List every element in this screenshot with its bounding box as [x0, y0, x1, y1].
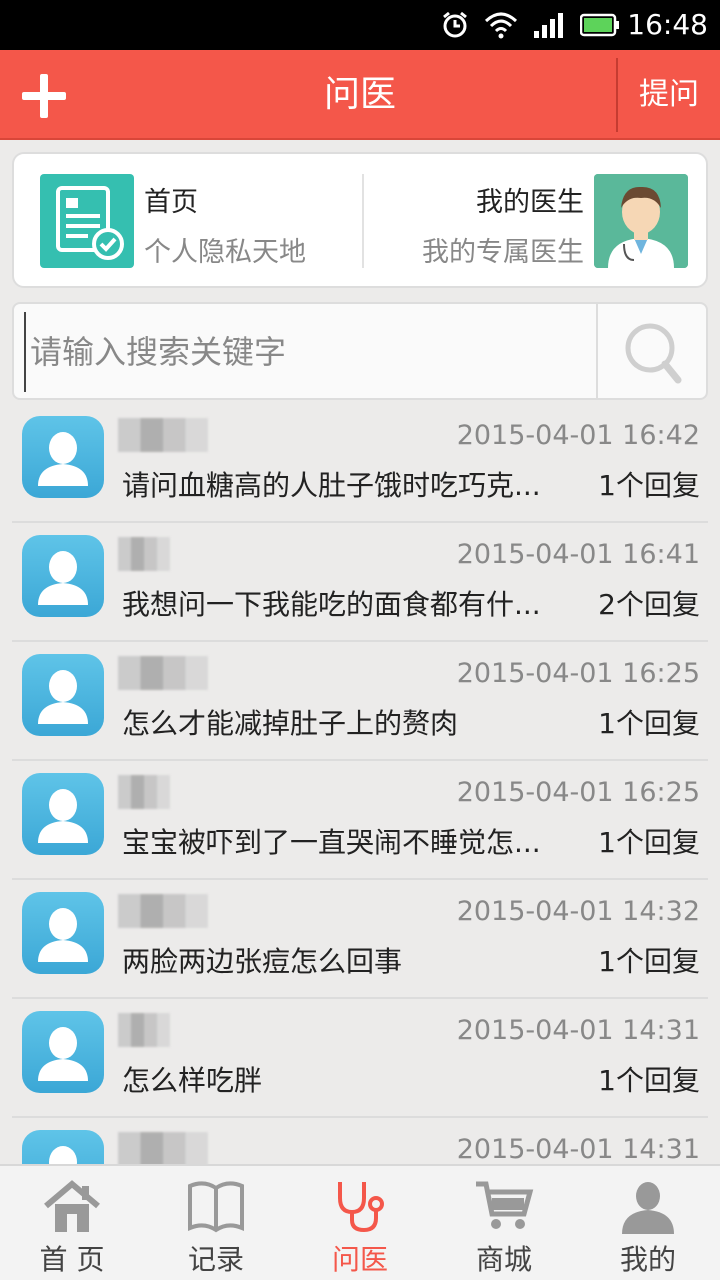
blurred-username	[118, 418, 208, 452]
nav-item-book[interactable]: 记录	[144, 1166, 288, 1280]
question-list: 2015-04-01 16:42 请问血糖高的人肚子饿时吃巧克... 1个回复 201…	[12, 404, 708, 1164]
blurred-username	[118, 656, 208, 690]
question-time: 2015-04-01 14:31	[456, 1015, 700, 1046]
reply-count: 1个回复	[598, 707, 700, 740]
nav-label: 问医	[331, 1243, 388, 1276]
question-row[interactable]: 2015-04-01 16:25 怎么才能减掉肚子上的赘肉 1个回复	[12, 642, 708, 761]
question-row[interactable]: 2015-04-01 16:42 请问血糖高的人肚子饿时吃巧克... 1个回复	[12, 404, 708, 523]
doctor-icon	[594, 174, 688, 268]
question-time: 2015-04-01 14:32	[456, 896, 700, 927]
cart-icon	[474, 1178, 534, 1234]
question-time: 2015-04-01 16:25	[456, 658, 700, 689]
ask-question-button[interactable]: 提问	[618, 50, 720, 140]
question-time: 2015-04-01 16:42	[456, 420, 700, 451]
nav-item-cart[interactable]: 商城	[432, 1166, 576, 1280]
blurred-username	[118, 537, 170, 571]
nav-label: 我的	[619, 1243, 676, 1276]
app-bar: 问医 提问	[0, 50, 720, 140]
book-icon	[186, 1178, 246, 1234]
question-text: 怎么样吃胖	[122, 1064, 263, 1097]
nav-label: 首 页	[39, 1243, 105, 1276]
search-input[interactable]	[24, 312, 598, 392]
question-text: 我想问一下我能吃的面食都有什...	[122, 588, 541, 621]
bottom-navigation: 首 页 记录 问医 商城 我的	[0, 1164, 720, 1280]
status-icons	[440, 10, 620, 40]
user-avatar-icon	[22, 1130, 104, 1164]
nav-item-home[interactable]: 首 页	[0, 1166, 144, 1280]
home-shortcut-subtitle: 个人隐私天地	[144, 237, 306, 268]
document-icon	[40, 174, 134, 268]
nav-label: 记录	[187, 1243, 244, 1276]
search-button[interactable]	[598, 304, 708, 398]
reply-count: 1个回复	[598, 945, 700, 978]
question-text: 怎么才能减掉肚子上的赘肉	[122, 707, 459, 740]
question-row[interactable]: 2015-04-01 16:41 我想问一下我能吃的面食都有什... 2个回复	[12, 523, 708, 642]
question-time: 2015-04-01 14:31	[456, 1134, 700, 1164]
user-avatar-icon	[22, 416, 104, 498]
blurred-username	[118, 894, 208, 928]
question-time: 2015-04-01 16:25	[456, 777, 700, 808]
question-time: 2015-04-01 16:41	[456, 539, 700, 570]
question-row[interactable]: 2015-04-01 16:25 宝宝被吓到了一直哭闹不睡觉怎... 1个回复	[12, 761, 708, 880]
user-avatar-icon	[22, 892, 104, 974]
user-avatar-icon	[22, 1011, 104, 1093]
user-avatar-icon	[22, 654, 104, 736]
nav-item-stethoscope[interactable]: 问医	[288, 1166, 432, 1280]
question-text: 请问血糖高的人肚子饿时吃巧克...	[122, 469, 541, 502]
user-avatar-icon	[22, 773, 104, 855]
signal-icon	[534, 13, 563, 38]
home-shortcut-title: 首页	[144, 187, 198, 218]
my-doctor-title: 我的医生	[476, 187, 584, 218]
alarm-icon	[443, 11, 467, 38]
my-doctor-subtitle: 我的专属医生	[422, 237, 584, 268]
quick-links-card: 首页 个人隐私天地 我的医生 我的专属医生	[12, 152, 708, 288]
search-bar	[12, 302, 708, 400]
home-icon	[42, 1178, 102, 1234]
reply-count: 2个回复	[598, 588, 700, 621]
blurred-username	[118, 775, 170, 809]
wifi-icon	[484, 12, 518, 39]
stethoscope-icon	[330, 1178, 390, 1234]
blurred-username	[118, 1132, 208, 1164]
nav-item-user[interactable]: 我的	[576, 1166, 720, 1280]
card-divider	[362, 174, 364, 268]
status-time: 16:48	[627, 8, 708, 41]
page-title: 问医	[323, 74, 396, 115]
my-doctor-shortcut[interactable]: 我的医生 我的专属医生	[374, 174, 688, 270]
status-bar: 16:48	[0, 0, 720, 50]
question-row[interactable]: 2015-04-01 14:31	[12, 1118, 708, 1164]
reply-count: 1个回复	[598, 469, 700, 502]
reply-count: 1个回复	[598, 1064, 700, 1097]
home-shortcut[interactable]: 首页 个人隐私天地	[40, 174, 360, 270]
user-avatar-icon	[22, 535, 104, 617]
search-icon	[625, 323, 682, 384]
user-icon	[618, 1178, 678, 1234]
blurred-username	[118, 1013, 170, 1047]
question-text: 两脸两边张痘怎么回事	[122, 945, 403, 978]
nav-label: 商城	[475, 1243, 532, 1276]
reply-count: 1个回复	[598, 826, 700, 859]
question-row[interactable]: 2015-04-01 14:32 两脸两边张痘怎么回事 1个回复	[12, 880, 708, 999]
question-text: 宝宝被吓到了一直哭闹不睡觉怎...	[122, 826, 541, 859]
battery-icon	[580, 13, 619, 37]
question-row[interactable]: 2015-04-01 14:31 怎么样吃胖 1个回复	[12, 999, 708, 1118]
